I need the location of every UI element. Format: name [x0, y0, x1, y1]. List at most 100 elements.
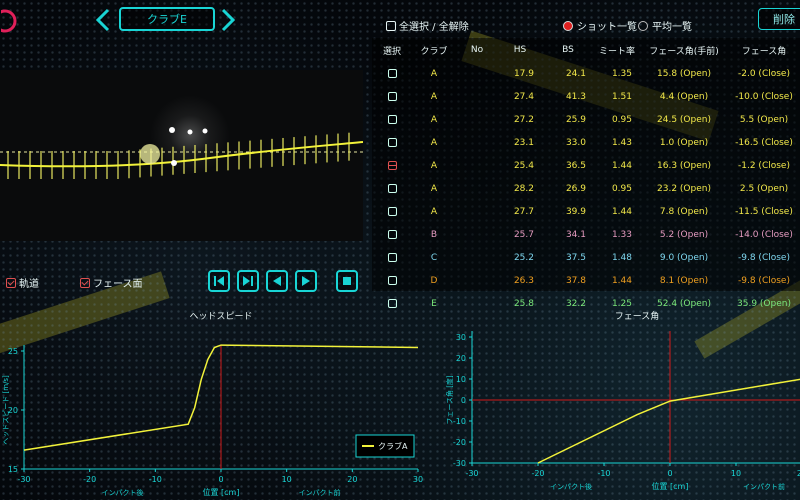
app-logo-icon[interactable] [1, 8, 17, 34]
select-all-checkbox[interactable] [386, 20, 396, 31]
cell-meet: 1.44 [611, 160, 632, 171]
table-row[interactable]: A 27.2 25.9 0.95 24.5 (Open) 5.5 (Open) [372, 108, 800, 131]
shot-table-panel: 選択 クラブ No HS BS ミート率 フェース角(手前) フェース角 A 17… [372, 38, 800, 309]
row-checkbox[interactable] [387, 160, 397, 170]
cell-select[interactable] [372, 200, 412, 223]
row-checkbox[interactable] [387, 137, 397, 147]
chart-title: フェース角 [615, 310, 660, 322]
cell-club: A [430, 206, 438, 217]
face-plane-checkbox[interactable] [80, 277, 90, 288]
cell-face-front: 7.8 (Open) [659, 206, 709, 217]
x-note-right: インパクト前 [743, 482, 785, 491]
y-tick-label: 25 [8, 347, 18, 356]
delete-button[interactable]: 削除 [758, 8, 800, 30]
trajectory-overlay [0, 127, 363, 179]
chevron-right-icon[interactable] [220, 8, 236, 32]
cell-club: D [430, 275, 438, 286]
shot-table: 選択 クラブ No HS BS ミート率 フェース角(手前) フェース角 A 17… [372, 38, 800, 315]
y-tick-label: 20 [456, 354, 466, 363]
cell-bs: 37.5 [565, 252, 586, 263]
row-checkbox[interactable] [387, 229, 397, 239]
step-frame-button[interactable] [237, 270, 259, 292]
select-all-toggle[interactable]: 全選択 / 全解除 [386, 18, 469, 33]
cell-select[interactable] [372, 269, 412, 292]
cell-face-front: 9.0 (Open) [659, 252, 709, 263]
step-back-button[interactable] [266, 270, 288, 292]
row-checkbox[interactable] [387, 275, 397, 285]
cell-meet: 1.33 [611, 229, 632, 240]
head-speed-chart: ヘッドスピード152025-30 -20 -10 0 10 20 30位置 [cm]インパク… [2, 311, 423, 497]
cell-select[interactable] [372, 62, 412, 85]
cell-face: -9.8 (Close) [738, 275, 790, 286]
table-header-row: 選択 クラブ No HS BS ミート率 フェース角(手前) フェース角 [372, 38, 800, 62]
club-selector[interactable]: クラブE [119, 7, 215, 31]
table-row[interactable]: A 27.7 39.9 1.44 7.8 (Open) -11.5 (Close) [372, 200, 800, 223]
cell-select[interactable] [372, 177, 412, 200]
cell-hs: 25.7 [513, 229, 534, 240]
cell-select[interactable] [372, 246, 412, 269]
table-row[interactable]: A 27.4 41.3 1.51 4.4 (Open) -10.0 (Close) [372, 85, 800, 108]
average-list-radio[interactable]: 平均一覧 [638, 18, 692, 33]
cell-no [456, 154, 498, 177]
cell-face: -1.2 (Close) [738, 160, 790, 171]
row-checkbox[interactable] [387, 183, 397, 193]
row-checkbox[interactable] [387, 91, 397, 101]
table-row[interactable]: A 17.9 24.1 1.35 15.8 (Open) -2.0 (Close) [372, 62, 800, 85]
cell-select[interactable] [372, 223, 412, 246]
trajectory-toggle[interactable]: 軌道 [6, 275, 39, 290]
col-meet: ミート率 [598, 46, 635, 57]
x-tick-label: -30 [465, 469, 478, 478]
row-checkbox[interactable] [387, 252, 397, 262]
table-row[interactable]: A 23.1 33.0 1.43 1.0 (Open) -16.5 (Close) [372, 131, 800, 154]
table-row[interactable]: C 25.2 37.5 1.48 9.0 (Open) -9.8 (Close) [372, 246, 800, 269]
cell-club: A [430, 160, 438, 171]
face-plane-toggle[interactable]: フェース面 [80, 275, 143, 290]
club-selector-label: クラブE [147, 13, 187, 26]
table-row[interactable]: A 28.2 26.9 0.95 23.2 (Open) 2.5 (Open) [372, 177, 800, 200]
x-tick-label: 0 [667, 469, 672, 478]
tracking-dot [187, 129, 193, 135]
step-frame-icon [243, 276, 253, 286]
cell-hs: 27.7 [513, 206, 534, 217]
swing-video-view [0, 70, 363, 241]
shot-list-radio-dot[interactable] [563, 20, 573, 31]
cell-club: A [430, 91, 438, 102]
cell-no [456, 269, 498, 292]
cell-select[interactable] [372, 131, 412, 154]
cell-bs: 26.9 [565, 183, 586, 194]
cell-select[interactable] [372, 154, 412, 177]
cell-face: -2.0 (Close) [738, 68, 790, 79]
cell-face-front: 24.5 (Open) [657, 114, 711, 125]
cell-face-front: 1.0 (Open) [659, 137, 709, 148]
tracking-dot [171, 160, 177, 166]
x-tick-label: 30 [413, 475, 423, 484]
shot-list-label: ショット一覧 [577, 22, 637, 33]
skip-to-start-button[interactable] [208, 270, 230, 292]
table-row[interactable]: A 25.4 36.5 1.44 16.3 (Open) -1.2 (Close) [372, 154, 800, 177]
table-row[interactable]: B 25.7 34.1 1.33 5.2 (Open) -14.0 (Close) [372, 223, 800, 246]
cell-face: -9.8 (Close) [738, 252, 790, 263]
cell-bs: 37.8 [565, 275, 586, 286]
cell-no [456, 131, 498, 154]
stop-button[interactable] [336, 270, 358, 292]
x-note-left: インパクト後 [550, 482, 592, 491]
y-axis-label: フェース角 [度] [445, 375, 454, 425]
tracking-dot [169, 127, 175, 133]
cell-select[interactable] [372, 108, 412, 131]
row-checkbox[interactable] [387, 68, 397, 78]
cell-face-front: 8.1 (Open) [659, 275, 709, 286]
average-list-radio-dot[interactable] [638, 20, 648, 31]
cell-select[interactable] [372, 85, 412, 108]
chevron-left-icon[interactable] [95, 8, 111, 32]
table-row[interactable]: D 26.3 37.8 1.44 8.1 (Open) -9.8 (Close) [372, 269, 800, 292]
col-bs: BS [562, 45, 574, 55]
row-checkbox[interactable] [387, 206, 397, 216]
trajectory-label: 軌道 [19, 279, 39, 290]
trajectory-checkbox[interactable] [6, 277, 16, 288]
play-button[interactable] [295, 270, 317, 292]
row-checkbox[interactable] [387, 114, 397, 124]
shot-list-radio[interactable]: ショット一覧 [563, 18, 637, 33]
cell-meet: 0.95 [611, 114, 632, 125]
cell-face: 2.5 (Open) [739, 183, 789, 194]
cell-meet: 1.51 [611, 91, 632, 102]
